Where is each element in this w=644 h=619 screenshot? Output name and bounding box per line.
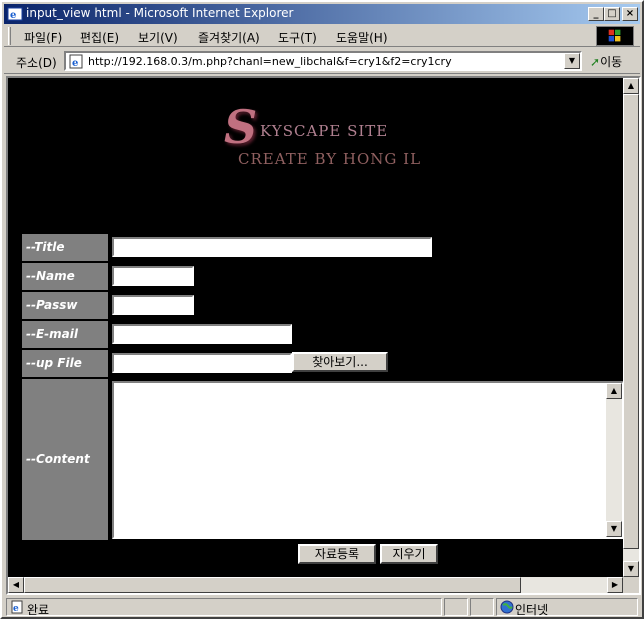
minimize-button[interactable]: _ [588, 7, 604, 21]
horizontal-scrollbar[interactable]: ◀ ▶ [8, 577, 623, 593]
horizontal-scroll-thumb[interactable] [24, 577, 521, 593]
email-label: --E-mail [22, 321, 108, 348]
scroll-corner [623, 577, 639, 593]
status-pane: e 완료 [6, 598, 442, 617]
status-pane-3 [470, 598, 494, 616]
window-title: input_view html - Microsoft Internet Exp… [26, 6, 294, 20]
file-label: --up File [22, 350, 108, 377]
file-path-input[interactable] [112, 353, 292, 373]
textarea-scrollbar[interactable]: ▲ ▼ [606, 383, 622, 537]
title-input[interactable] [112, 237, 432, 257]
scroll-up-icon[interactable]: ▲ [606, 383, 622, 399]
ie-icon: e [7, 7, 23, 21]
scroll-up-icon[interactable]: ▲ [623, 78, 639, 94]
content-label: --Content [22, 379, 108, 540]
vertical-scrollbar[interactable]: ▲ ▼ [623, 78, 639, 577]
maximize-button[interactable]: □ [604, 7, 620, 21]
globe-icon [500, 600, 514, 614]
go-arrow-icon: ➚ [590, 55, 601, 69]
go-button[interactable]: ➚이동 [590, 53, 622, 70]
scroll-down-icon[interactable]: ▼ [623, 561, 639, 577]
page-viewport: S KYSCAPE SITE CREATE BY HONG IL --Title… [6, 76, 641, 595]
menu-bar: 파일(F) 편집(E) 보기(V) 즐겨찾기(A) 도구(T) 도움말(H) [4, 25, 640, 47]
content-textarea[interactable]: ▲ ▼ [112, 381, 624, 539]
reset-button[interactable]: 지우기 [380, 544, 438, 564]
menu-help[interactable]: 도움말(H) [336, 29, 388, 46]
name-label: --Name [22, 263, 108, 290]
scroll-down-icon[interactable]: ▼ [606, 521, 622, 537]
site-logo: S KYSCAPE SITE CREATE BY HONG IL [222, 100, 422, 180]
menu-view[interactable]: 보기(V) [138, 29, 178, 46]
scroll-right-icon[interactable]: ▶ [607, 577, 623, 593]
menu-file[interactable]: 파일(F) [24, 29, 62, 46]
title-label: --Title [22, 234, 108, 261]
svg-text:e: e [10, 10, 16, 21]
page-status-icon: e [11, 600, 23, 614]
status-bar: e 완료 인터넷 [4, 597, 640, 617]
address-bar: 주소(D) e http://192.168.0.3/m.php?chanl=n… [4, 48, 640, 74]
svg-text:e: e [72, 58, 78, 69]
vertical-scroll-thumb[interactable] [623, 94, 639, 549]
windows-logo-icon [596, 26, 634, 46]
zone-pane: 인터넷 [496, 598, 638, 617]
status-text: 완료 [27, 603, 50, 617]
browser-window: e input_view html - Microsoft Internet E… [0, 0, 644, 619]
logo-line-2: CREATE BY HONG IL [238, 150, 422, 168]
address-label: 주소(D) [16, 56, 57, 70]
menu-favorites[interactable]: 즐겨찾기(A) [198, 29, 260, 46]
title-bar[interactable]: e input_view html - Microsoft Internet E… [4, 4, 640, 24]
menu-tools[interactable]: 도구(T) [278, 29, 317, 46]
name-input[interactable] [112, 266, 194, 286]
submit-button[interactable]: 자료등록 [298, 544, 376, 564]
email-input[interactable] [112, 324, 292, 344]
password-input[interactable] [112, 295, 194, 315]
address-input[interactable]: e http://192.168.0.3/m.php?chanl=new_lib… [64, 51, 582, 71]
scroll-left-icon[interactable]: ◀ [8, 577, 24, 593]
menu-edit[interactable]: 편집(E) [80, 29, 119, 46]
logo-line-1: KYSCAPE SITE [260, 122, 389, 140]
browse-button[interactable]: 찾아보기... [292, 352, 388, 372]
page-icon: e [69, 54, 83, 69]
password-label: --Passw [22, 292, 108, 319]
logo-big-letter: S [224, 100, 258, 154]
status-pane-2 [444, 598, 468, 616]
svg-text:e: e [13, 604, 19, 614]
close-button[interactable]: × [622, 7, 638, 21]
zone-text: 인터넷 [515, 603, 549, 617]
chevron-down-icon[interactable]: ▼ [564, 53, 580, 69]
url-text: http://192.168.0.3/m.php?chanl=new_libch… [88, 55, 452, 68]
go-label: 이동 [600, 55, 623, 69]
toolbar-grip[interactable] [8, 27, 11, 45]
